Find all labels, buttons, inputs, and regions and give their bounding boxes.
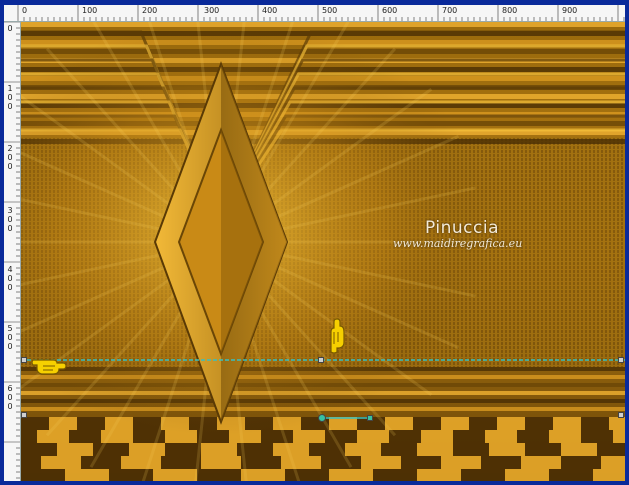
ruler-label-600: 600 bbox=[382, 6, 398, 15]
vruler-label-400: 4 0 0 bbox=[7, 265, 13, 292]
vruler-label-0: 0 bbox=[7, 24, 13, 33]
image-canvas[interactable]: Pinuccia www.maidiregrafica.eu bbox=[21, 22, 625, 481]
rotation-pivot-handle[interactable] bbox=[318, 414, 326, 422]
vruler-label-100: 1 0 0 bbox=[7, 84, 13, 111]
ruler-label-0: 0 bbox=[22, 6, 28, 15]
guide-handle-lower-left[interactable] bbox=[21, 412, 27, 418]
guide-handle-lower-right[interactable] bbox=[618, 412, 624, 418]
ruler-label-200: 200 bbox=[142, 6, 158, 15]
vertical-ruler[interactable]: 0 1 0 0 2 0 0 3 0 0 4 0 0 5 0 0 6 0 0 bbox=[4, 22, 21, 481]
watermark-name: Pinuccia bbox=[425, 218, 499, 238]
ruler-label-800: 800 bbox=[502, 6, 518, 15]
ruler-label-300: 300 bbox=[204, 6, 220, 15]
vruler-label-200: 2 0 0 bbox=[7, 144, 13, 171]
pointing-hand-right-icon bbox=[31, 359, 67, 375]
ruler-label-700: 700 bbox=[442, 6, 458, 15]
ruler-label-100: 100 bbox=[82, 6, 98, 15]
horizontal-ruler[interactable]: 0 100 200 300 400 500 600 700 800 900 bbox=[4, 5, 625, 22]
guide-handle-left[interactable] bbox=[21, 357, 27, 363]
watermark-url: www.maidiregrafica.eu bbox=[393, 237, 523, 250]
vruler-label-600: 6 0 0 bbox=[7, 384, 13, 411]
vruler-label-500: 5 0 0 bbox=[7, 324, 13, 351]
editor-window: 0 100 200 300 400 500 600 700 800 900 0 … bbox=[0, 0, 629, 485]
artwork bbox=[21, 22, 625, 481]
vruler-label-300: 3 0 0 bbox=[7, 206, 13, 233]
ruler-label-400: 400 bbox=[262, 6, 278, 15]
ruler-label-500: 500 bbox=[322, 6, 338, 15]
ruler-label-900: 900 bbox=[562, 6, 578, 15]
guide-handle-right[interactable] bbox=[618, 357, 624, 363]
guide-handle-middle[interactable] bbox=[318, 357, 324, 363]
rotation-arm-handle[interactable] bbox=[367, 415, 373, 421]
pointing-hand-up-icon bbox=[330, 318, 345, 354]
